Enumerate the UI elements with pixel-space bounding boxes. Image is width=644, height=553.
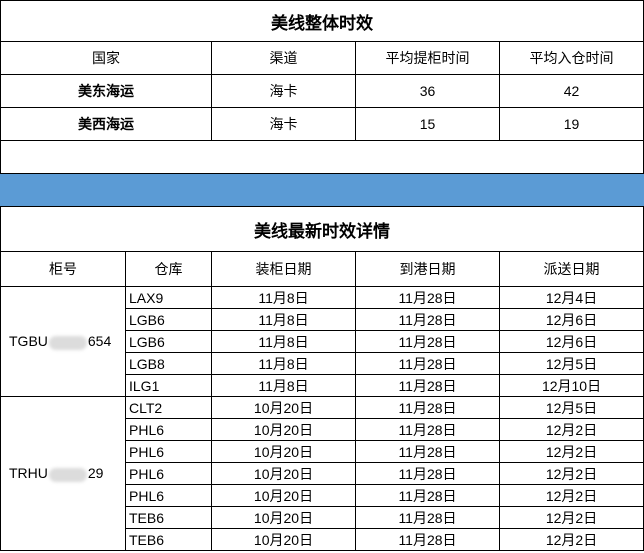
load-date-cell: 11月8日 — [211, 374, 356, 397]
warehouse-cell: LAX9 — [125, 286, 212, 309]
summary-channel: 海卡 — [211, 74, 356, 108]
load-date-cell: 10月20日 — [211, 484, 356, 507]
summary-country: 美东海运 — [0, 74, 212, 108]
summary-header-country: 国家 — [0, 41, 212, 75]
load-date-cell: 10月20日 — [211, 528, 356, 551]
container-number-cell: TGBU 654 — [0, 286, 126, 397]
warehouse-cell: LGB6 — [125, 330, 212, 353]
summary-pickup: 15 — [355, 107, 500, 141]
deliver-date-cell: 12月2日 — [498, 484, 644, 507]
arrive-date-cell: 11月28日 — [355, 286, 500, 309]
arrive-date-cell: 11月28日 — [355, 528, 500, 551]
detail-title: 美线最新时效详情 — [0, 206, 644, 252]
spreadsheet: 美线整体时效 国家 渠道 平均提柜时间 平均入仓时间 美东海运 海卡 36 42… — [0, 0, 644, 553]
deliver-date-cell: 12月5日 — [498, 396, 644, 419]
load-date-cell: 11月8日 — [211, 352, 356, 375]
deliver-date-cell: 12月4日 — [498, 286, 644, 309]
load-date-cell: 10月20日 — [211, 462, 356, 485]
warehouse-cell: PHL6 — [125, 484, 212, 507]
load-date-cell: 11月8日 — [211, 330, 356, 353]
summary-warehouse: 19 — [499, 107, 644, 141]
container-prefix: TGBU — [9, 333, 48, 350]
warehouse-cell: LGB6 — [125, 308, 212, 331]
redacted-blur — [48, 467, 87, 482]
deliver-date-cell: 12月2日 — [498, 440, 644, 463]
load-date-cell: 11月8日 — [211, 286, 356, 309]
detail-header-container: 柜号 — [0, 251, 126, 287]
summary-title: 美线整体时效 — [0, 0, 644, 42]
detail-header-load-date: 装柜日期 — [211, 251, 356, 287]
arrive-date-cell: 11月28日 — [355, 330, 500, 353]
summary-blank-row — [0, 140, 644, 174]
arrive-date-cell: 11月28日 — [355, 396, 500, 419]
deliver-date-cell: 12月5日 — [498, 352, 644, 375]
warehouse-cell: PHL6 — [125, 418, 212, 441]
redacted-blur — [48, 335, 87, 350]
summary-row: 美西海运 海卡 15 19 — [0, 107, 644, 141]
summary-warehouse: 42 — [499, 74, 644, 108]
arrive-date-cell: 11月28日 — [355, 418, 500, 441]
table-row: TGBU 654 LAX9 11月8日 11月28日 12月4日 — [0, 286, 644, 397]
detail-header-row: 柜号 仓库 装柜日期 到港日期 派送日期 — [0, 251, 644, 287]
summary-header-row: 国家 渠道 平均提柜时间 平均入仓时间 — [0, 41, 644, 75]
warehouse-cell: LGB8 — [125, 352, 212, 375]
summary-header-channel: 渠道 — [211, 41, 356, 75]
table-row: TRHU 29 CLT2 10月20日 11月28日 12月5日 — [0, 396, 644, 551]
deliver-date-cell: 12月2日 — [498, 418, 644, 441]
container-number-cell: TRHU 29 — [0, 396, 126, 551]
summary-pickup: 36 — [355, 74, 500, 108]
container-suffix: 29 — [87, 465, 104, 482]
blank-cell — [0, 140, 644, 174]
arrive-date-cell: 11月28日 — [355, 462, 500, 485]
warehouse-cell: ILG1 — [125, 374, 212, 397]
detail-table: 美线最新时效详情 柜号 仓库 装柜日期 到港日期 派送日期 TGBU 654 LAX… — [0, 206, 644, 551]
load-date-cell: 11月8日 — [211, 308, 356, 331]
load-date-cell: 10月20日 — [211, 506, 356, 529]
summary-country: 美西海运 — [0, 107, 212, 141]
detail-header-arrive-date: 到港日期 — [355, 251, 500, 287]
warehouse-cell: PHL6 — [125, 440, 212, 463]
section-divider-band — [0, 174, 644, 206]
warehouse-cell: TEB6 — [125, 506, 212, 529]
load-date-cell: 10月20日 — [211, 418, 356, 441]
deliver-date-cell: 12月2日 — [498, 462, 644, 485]
warehouse-cell: PHL6 — [125, 462, 212, 485]
container-suffix: 654 — [87, 333, 112, 350]
arrive-date-cell: 11月28日 — [355, 352, 500, 375]
arrive-date-cell: 11月28日 — [355, 484, 500, 507]
summary-row: 美东海运 海卡 36 42 — [0, 74, 644, 108]
detail-header-deliver-date: 派送日期 — [498, 251, 644, 287]
summary-header-warehouse: 平均入仓时间 — [499, 41, 644, 75]
warehouse-cell: TEB6 — [125, 528, 212, 551]
summary-table: 美线整体时效 国家 渠道 平均提柜时间 平均入仓时间 美东海运 海卡 36 42… — [0, 0, 644, 174]
summary-channel: 海卡 — [211, 107, 356, 141]
detail-header-warehouse: 仓库 — [125, 251, 212, 287]
arrive-date-cell: 11月28日 — [355, 308, 500, 331]
arrive-date-cell: 11月28日 — [355, 374, 500, 397]
deliver-date-cell: 12月2日 — [498, 528, 644, 551]
load-date-cell: 10月20日 — [211, 440, 356, 463]
deliver-date-cell: 12月6日 — [498, 308, 644, 331]
warehouse-cell: CLT2 — [125, 396, 212, 419]
load-date-cell: 10月20日 — [211, 396, 356, 419]
summary-header-pickup: 平均提柜时间 — [355, 41, 500, 75]
arrive-date-cell: 11月28日 — [355, 506, 500, 529]
container-prefix: TRHU — [9, 465, 48, 482]
arrive-date-cell: 11月28日 — [355, 440, 500, 463]
deliver-date-cell: 12月6日 — [498, 330, 644, 353]
deliver-date-cell: 12月10日 — [498, 374, 644, 397]
deliver-date-cell: 12月2日 — [498, 506, 644, 529]
